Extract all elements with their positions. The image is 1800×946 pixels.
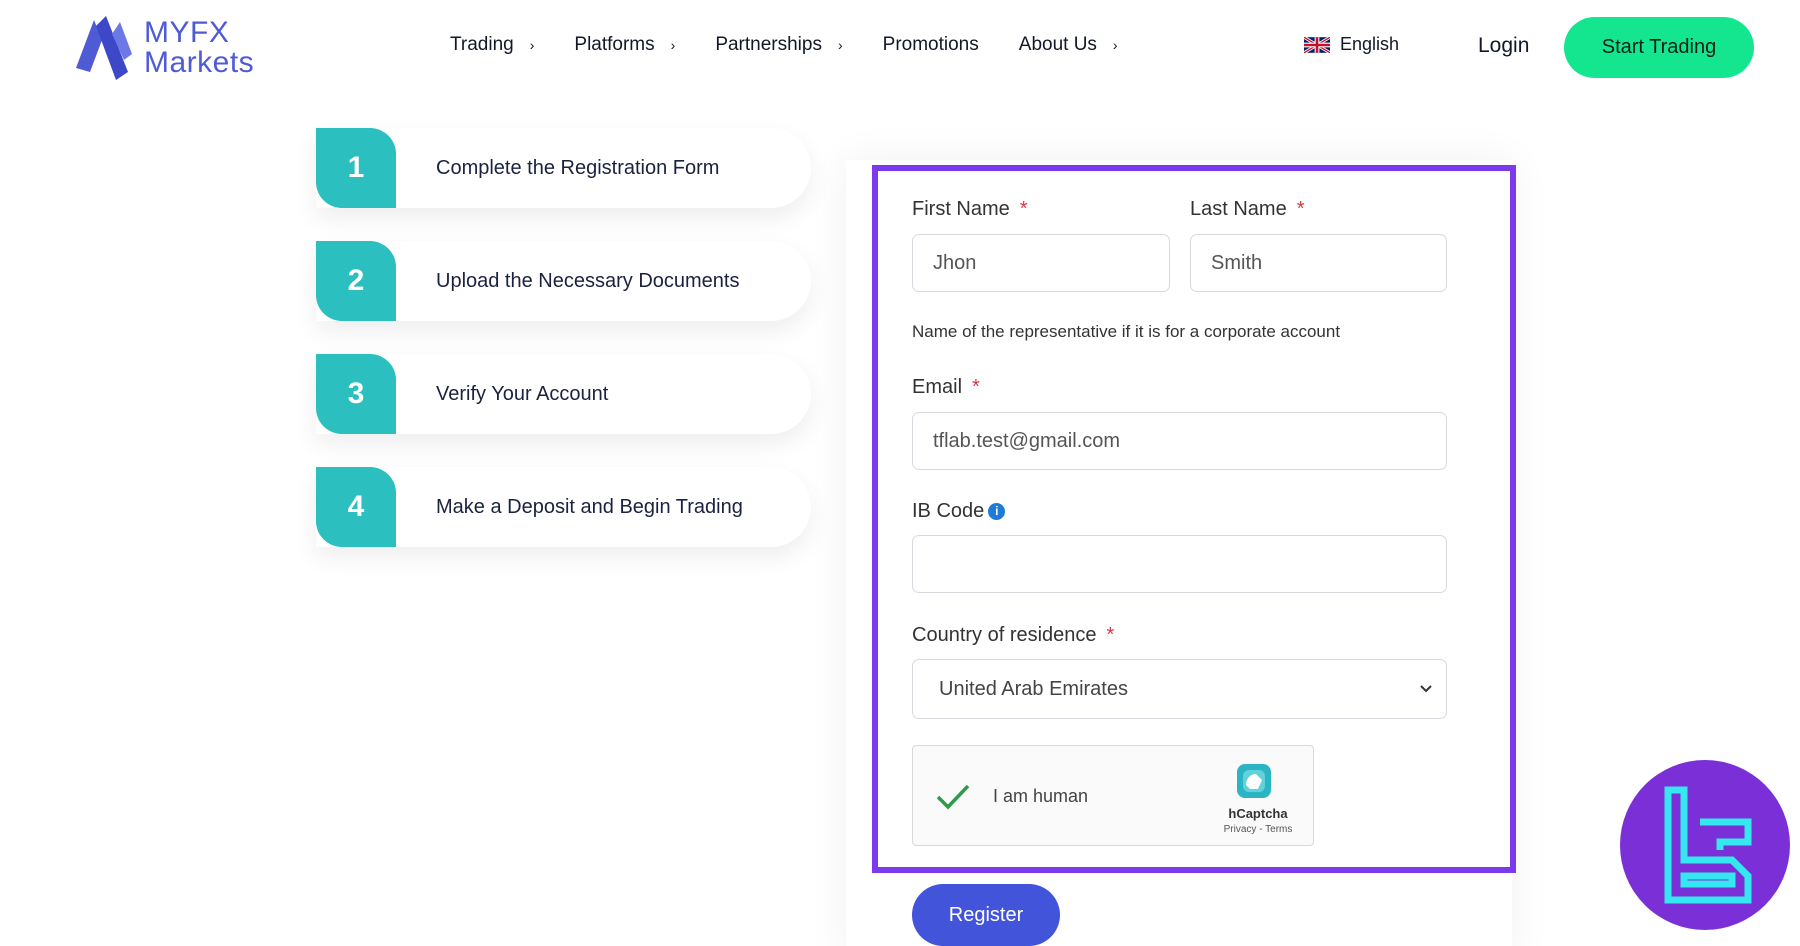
name-hint: Name of the representative if it is for … — [912, 322, 1341, 341]
step-number: 3 — [316, 354, 396, 434]
myfx-logo-icon — [76, 16, 132, 80]
step-item: 3 Verify Your Account — [316, 354, 811, 434]
step-item: 1 Complete the Registration Form — [316, 128, 811, 208]
nav-item-about-us[interactable]: About Us › — [1019, 34, 1118, 56]
registration-steps: 1 Complete the Registration Form 2 Uploa… — [316, 128, 811, 580]
ib-code-input[interactable] — [912, 535, 1447, 593]
hcaptcha-logo-icon — [1237, 764, 1271, 798]
last-name-label: Last Name * — [1190, 198, 1305, 220]
captcha-label: I am human — [993, 786, 1089, 806]
required-mark: * — [1019, 198, 1028, 220]
step-label: Verify Your Account — [436, 382, 609, 405]
main-nav: Trading › Platforms › Partnerships › Pro… — [450, 34, 1158, 56]
language-selector[interactable]: English — [1304, 34, 1399, 55]
email-label: Email * — [912, 376, 980, 398]
nav-item-trading[interactable]: Trading › — [450, 34, 534, 56]
nav-item-promotions[interactable]: Promotions — [883, 34, 979, 56]
required-mark: * — [972, 376, 980, 398]
uk-flag-icon — [1304, 36, 1330, 53]
step-number: 4 — [316, 467, 396, 547]
brand-logo[interactable]: MYFX Markets — [72, 14, 254, 82]
nav-item-platforms[interactable]: Platforms › — [574, 34, 675, 56]
country-label: Country of residence * — [912, 624, 1115, 646]
step-item: 2 Upload the Necessary Documents — [316, 241, 811, 321]
captcha-links[interactable]: Privacy - Terms — [1213, 824, 1303, 835]
site-header: MYFX Markets Trading › Platforms › Partn… — [0, 0, 1800, 96]
first-name-label: First Name * — [912, 198, 1028, 220]
info-icon[interactable]: i — [988, 503, 1006, 520]
required-mark: * — [1106, 624, 1115, 646]
nav-item-label: About Us — [1018, 34, 1097, 55]
language-label: English — [1340, 34, 1400, 54]
country-select-value: United Arab Emirates — [939, 677, 1128, 700]
step-label: Upload the Necessary Documents — [436, 269, 740, 292]
register-button[interactable]: Register — [912, 884, 1060, 946]
step-number: 2 — [316, 241, 396, 321]
brand-line-2: Markets — [144, 46, 255, 79]
step-label: Make a Deposit and Begin Trading — [436, 495, 743, 518]
step-label: Complete the Registration Form — [436, 156, 720, 179]
nav-item-partnerships[interactable]: Partnerships › — [715, 34, 842, 56]
first-name-input[interactable]: Jhon — [912, 234, 1170, 292]
login-link[interactable]: Login — [1478, 34, 1529, 58]
email-input[interactable]: tflab.test@gmail.com — [912, 412, 1447, 470]
nav-item-label: Promotions — [882, 34, 979, 55]
chevron-right-icon: › — [670, 37, 676, 53]
nav-item-label: Partnerships — [715, 34, 822, 55]
last-name-input[interactable]: Smith — [1190, 234, 1447, 292]
chevron-right-icon: › — [837, 37, 843, 53]
ib-code-label: IB Code i — [912, 500, 1006, 523]
required-mark: * — [1296, 198, 1305, 220]
checkmark-icon[interactable] — [935, 782, 971, 812]
captcha-brand: hCaptcha — [1228, 806, 1288, 821]
chevron-down-icon — [1420, 685, 1432, 693]
country-select[interactable]: United Arab Emirates — [912, 659, 1447, 719]
chevron-right-icon: › — [1112, 37, 1118, 53]
start-trading-button[interactable]: Start Trading — [1564, 17, 1754, 78]
nav-item-label: Trading — [450, 34, 514, 55]
brand-name: MYFX Markets — [144, 18, 254, 78]
brand-line-1: MYFX — [144, 16, 230, 49]
chevron-right-icon: › — [529, 37, 535, 53]
step-item: 4 Make a Deposit and Begin Trading — [316, 467, 811, 547]
nav-item-label: Platforms — [574, 34, 655, 55]
hcaptcha-widget[interactable]: I am human hCaptcha Privacy - Terms — [912, 745, 1314, 846]
step-number: 1 — [316, 128, 396, 208]
tf-watermark-logo-icon — [1620, 760, 1790, 930]
